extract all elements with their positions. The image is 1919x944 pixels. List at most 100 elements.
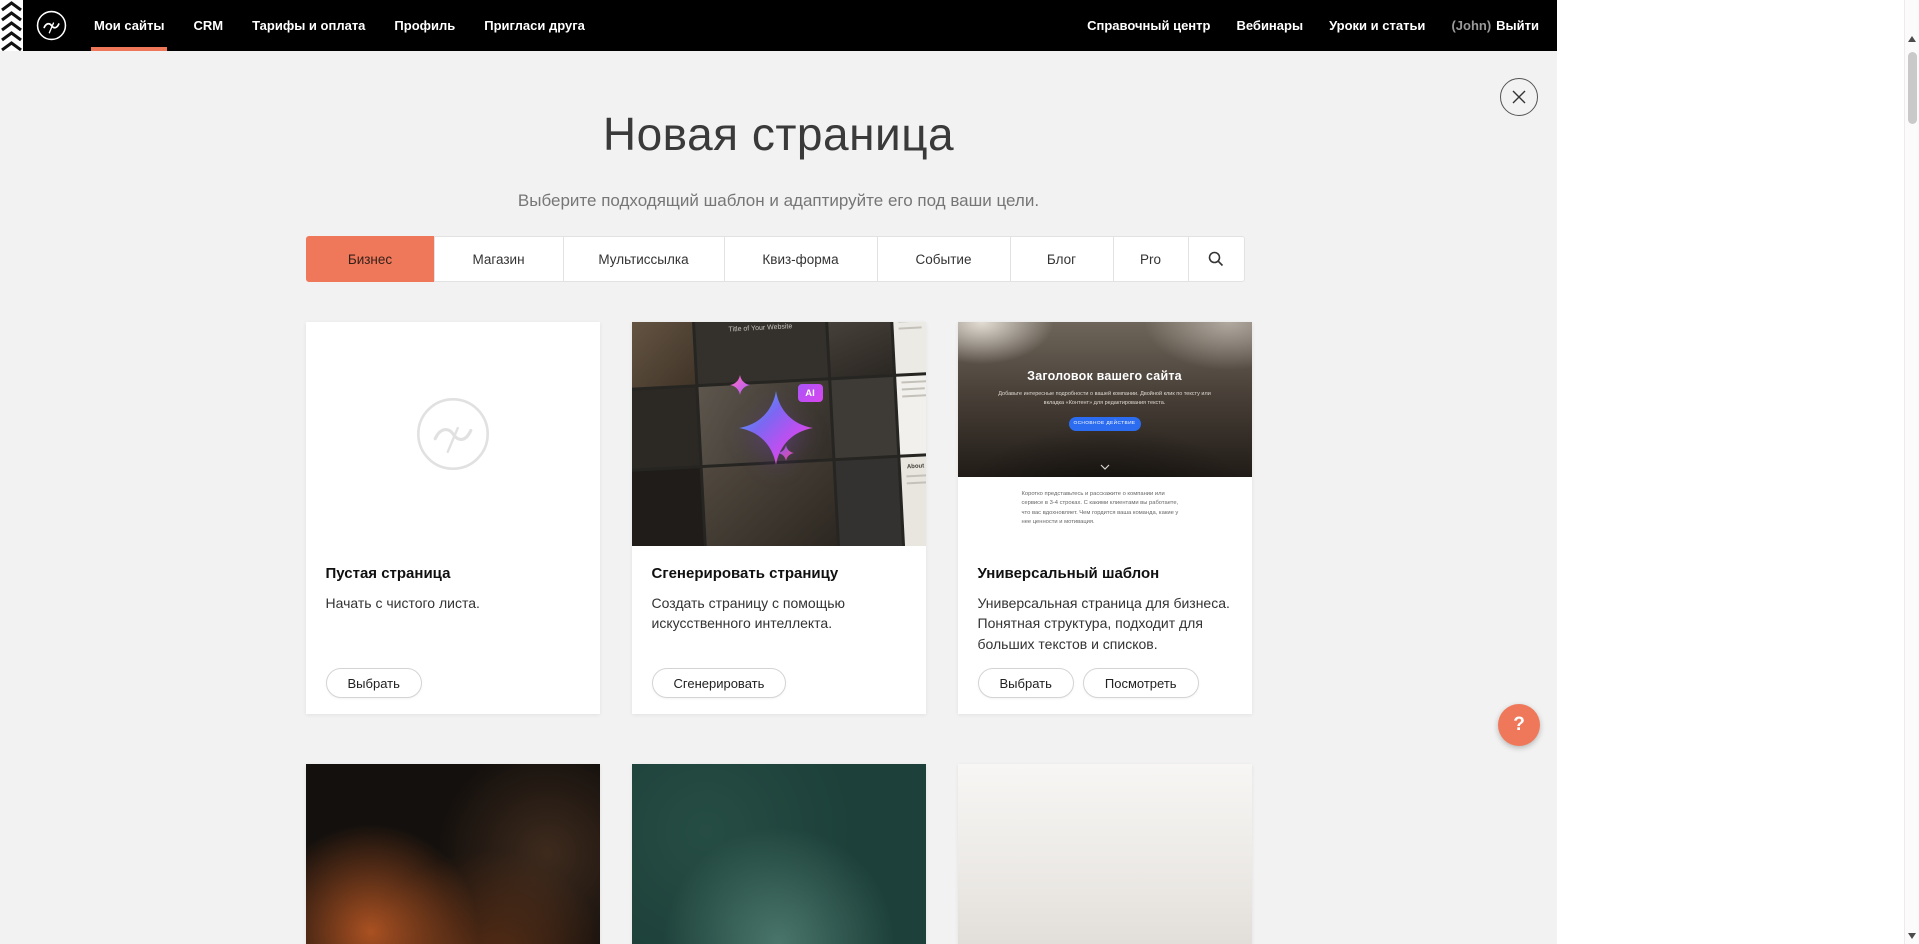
text-bar <box>901 387 924 390</box>
tab-event[interactable]: Событие <box>877 236 1011 282</box>
generate-button[interactable]: Сгенерировать <box>652 668 787 698</box>
nav-my-sites[interactable]: Мои сайты <box>94 0 164 51</box>
collage-tile <box>831 377 897 458</box>
nav-lessons[interactable]: Уроки и статьи <box>1329 0 1425 51</box>
collage-tile <box>896 375 926 455</box>
template-cards-row-2 <box>306 764 1252 944</box>
scroll-up-arrow[interactable] <box>1908 36 1916 42</box>
blank-page-info: Пустая страница Начать с чистого листа. … <box>306 546 600 714</box>
nav-invite-friend[interactable]: Пригласи друга <box>484 0 585 51</box>
top-navigation-bar: Мои сайты CRM Тарифы и оплата Профиль Пр… <box>0 0 1557 51</box>
close-button[interactable] <box>1500 78 1538 116</box>
nav-pricing[interactable]: Тарифы и оплата <box>252 0 365 51</box>
nav-help-center[interactable]: Справочный центр <box>1087 0 1210 51</box>
text-bar <box>901 380 926 384</box>
card-ai-generate: Title of Your Website <box>632 322 926 714</box>
collage-about-label: About us <box>900 455 926 470</box>
blank-page-preview <box>306 322 600 546</box>
card-title: Сгенерировать страницу <box>652 565 906 582</box>
collage-tile <box>632 387 700 469</box>
zigzag-icon <box>0 0 23 51</box>
choose-template-button[interactable]: Выбрать <box>978 668 1074 698</box>
nav-lessons-label: Уроки и статьи <box>1329 18 1425 33</box>
template-thumbnail <box>958 764 1252 944</box>
nav-help-center-label: Справочный центр <box>1087 18 1210 33</box>
nav-profile-label: Профиль <box>394 18 455 33</box>
user-name: (John) <box>1451 18 1491 33</box>
scrollbar[interactable] <box>1904 0 1919 944</box>
tab-pro-label: Pro <box>1140 252 1161 267</box>
scroll-down-arrow[interactable] <box>1908 933 1916 939</box>
new-page-screen: Мои сайты CRM Тарифы и оплата Профиль Пр… <box>0 0 1557 944</box>
tab-quiz-label: Квиз-форма <box>762 252 838 267</box>
close-icon <box>1512 90 1526 104</box>
collage-tile <box>702 461 837 546</box>
main-nav: Мои сайты CRM Тарифы и оплата Профиль Пр… <box>94 0 585 51</box>
collage-tile: Title of Your Website <box>694 322 828 384</box>
small-sparkle-icon <box>730 374 750 396</box>
tab-business[interactable]: Бизнес <box>306 236 435 282</box>
collage-tile <box>632 322 695 389</box>
tab-store-label: Магазин <box>472 252 524 267</box>
text-bar <box>898 322 926 323</box>
tab-multilink[interactable]: Мультиссылка <box>563 236 725 282</box>
ai-generate-info: Сгенерировать страницу Создать страницу … <box>632 546 926 714</box>
logout-link[interactable]: (John) Выйти <box>1451 18 1539 33</box>
collage-tile <box>892 322 926 374</box>
template-card <box>958 764 1252 944</box>
scrollbar-thumb[interactable] <box>1908 52 1917 124</box>
choose-blank-button[interactable]: Выбрать <box>326 668 422 698</box>
ai-badge: AI <box>798 384 823 402</box>
universal-template-info: Универсальный шаблон Универсальная стран… <box>958 546 1252 714</box>
card-actions: Сгенерировать <box>652 668 906 698</box>
tab-business-label: Бизнес <box>348 252 392 267</box>
collage-tile <box>632 468 705 546</box>
template-cards-row-1: Пустая страница Начать с чистого листа. … <box>306 322 1252 714</box>
template-thumbnail <box>632 764 926 944</box>
small-sparkle-icon <box>778 444 794 462</box>
nav-pricing-label: Тарифы и оплата <box>252 18 365 33</box>
help-button[interactable]: ? <box>1498 704 1540 746</box>
card-actions: Выбрать <box>326 668 580 698</box>
tab-quiz[interactable]: Квиз-форма <box>724 236 878 282</box>
tilda-logo-icon <box>36 10 67 41</box>
text-bar <box>898 326 921 329</box>
card-description: Универсальная страница для бизнеса. Поня… <box>978 593 1232 654</box>
card-universal-template: Заголовок вашего сайта Добавьте интересн… <box>958 322 1252 714</box>
chevron-down-icon <box>1100 464 1110 470</box>
text-bar <box>906 481 925 484</box>
page-subtitle: Выберите подходящий шаблон и адаптируйте… <box>0 190 1557 212</box>
tab-pro[interactable]: Pro <box>1113 236 1189 282</box>
universal-template-preview: Заголовок вашего сайта Добавьте интересн… <box>958 322 1252 546</box>
zigzag-pattern <box>0 0 23 51</box>
tab-search[interactable] <box>1188 236 1245 282</box>
nav-my-sites-label: Мои сайты <box>94 18 164 33</box>
template-card <box>306 764 600 944</box>
card-description: Создать страницу с помощью искусственног… <box>652 593 906 634</box>
card-blank-page: Пустая страница Начать с чистого листа. … <box>306 322 600 714</box>
search-icon <box>1208 251 1224 267</box>
nav-webinars[interactable]: Вебинары <box>1236 0 1303 51</box>
page-title: Новая страница <box>0 108 1557 160</box>
card-description: Начать с чистого листа. <box>326 593 580 613</box>
tilda-logo[interactable] <box>36 0 67 51</box>
collage-site-title: Title of Your Website <box>694 322 825 335</box>
tab-store[interactable]: Магазин <box>434 236 564 282</box>
collage-tile: About us <box>900 455 926 546</box>
nav-profile[interactable]: Профиль <box>394 0 455 51</box>
card-title: Пустая страница <box>326 565 580 582</box>
secondary-nav: Справочный центр Вебинары Уроки и статьи… <box>1087 0 1557 51</box>
template-body-section: Коротко представьтесь и расскажите о ком… <box>958 490 1252 546</box>
text-bar <box>902 394 926 398</box>
tab-multilink-label: Мультиссылка <box>598 252 688 267</box>
text-bar <box>906 474 926 478</box>
template-cover-title: Заголовок вашего сайта <box>958 322 1252 383</box>
nav-crm[interactable]: CRM <box>193 0 223 51</box>
tilda-watermark-icon <box>415 396 491 472</box>
template-cover-subtitle: Добавьте интересные подробности о вашей … <box>997 390 1213 408</box>
template-thumbnail <box>306 764 600 944</box>
right-gutter <box>1557 0 1919 944</box>
nav-webinars-label: Вебинары <box>1236 18 1303 33</box>
tab-blog[interactable]: Блог <box>1010 236 1114 282</box>
view-template-button[interactable]: Посмотреть <box>1083 668 1199 698</box>
